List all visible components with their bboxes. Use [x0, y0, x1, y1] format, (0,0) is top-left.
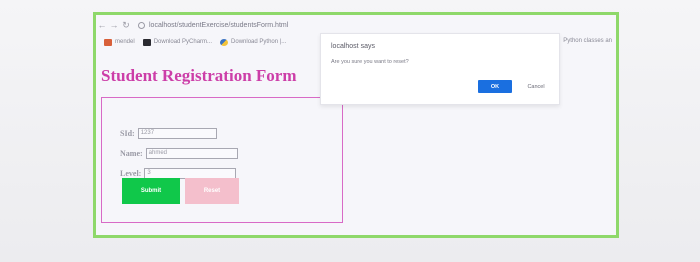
browser-toolbar: ← → ↻ localhost/studentExercise/students… [96, 15, 616, 35]
sid-row: SId: 1237 [120, 128, 217, 139]
gmail-icon [104, 38, 112, 46]
sid-input[interactable]: 1237 [137, 128, 217, 139]
python-icon [220, 38, 229, 46]
page-title: Student Registration Form [101, 66, 297, 85]
name-row: Name: ahmed [120, 148, 238, 159]
name-label: Name: [120, 149, 143, 158]
level-label: Level: [120, 169, 142, 178]
ok-button[interactable]: OK [478, 80, 512, 93]
sid-label: SId: [120, 129, 135, 138]
back-icon[interactable]: ← [96, 20, 108, 30]
address-bar[interactable]: localhost/studentExercise/studentsForm.h… [138, 21, 289, 29]
monitor-frame: ← → ↻ localhost/studentExercise/students… [0, 0, 700, 262]
pycharm-icon [142, 38, 151, 46]
dialog-message: Are you sure you want to reset? [331, 59, 409, 65]
forward-icon[interactable]: → [108, 20, 120, 30]
address-text: localhost/studentExercise/studentsForm.h… [149, 21, 289, 29]
bookmark-label: Download PyCharm... [153, 39, 213, 45]
bookmark-python-classes[interactable]: Python classes an [563, 38, 612, 44]
bookmark-pycharm[interactable]: Download PyCharm... [142, 38, 213, 46]
info-icon [138, 21, 145, 29]
registration-form: SId: 1237 Name: ahmed Level: 3 Submit Re… [101, 97, 343, 223]
bookmark-python[interactable]: Download Python |... [220, 38, 287, 46]
submit-button[interactable]: Submit [122, 178, 180, 204]
dialog-title: localhost says [331, 43, 375, 50]
cancel-button[interactable]: Cancel [521, 80, 551, 93]
bookmark-mendel[interactable]: mendel [104, 38, 135, 46]
bookmark-label: Download Python |... [231, 39, 287, 45]
confirm-dialog: localhost says Are you sure you want to … [320, 33, 560, 105]
name-input[interactable]: ahmed [145, 148, 238, 159]
browser-window: ← → ↻ localhost/studentExercise/students… [93, 12, 619, 238]
reset-button[interactable]: Reset [185, 178, 239, 204]
bookmark-label: mendel [115, 39, 135, 45]
reload-icon[interactable]: ↻ [120, 20, 132, 31]
